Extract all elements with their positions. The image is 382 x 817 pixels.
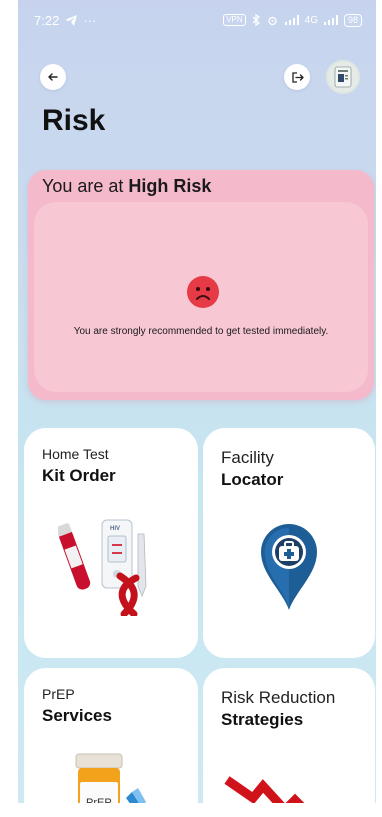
signal-icon-2	[323, 15, 338, 25]
logout-icon	[291, 71, 304, 83]
tile-home-test-kit-order[interactable]: Home Test Kit Order HIV	[24, 428, 198, 658]
tile-title-line2: Services	[42, 706, 112, 725]
arrow-left-icon	[48, 73, 58, 81]
profile-badge-icon	[334, 66, 352, 88]
risk-level: High Risk	[128, 176, 212, 196]
battery-indicator: 98	[343, 13, 362, 27]
network-type: 4G	[304, 14, 318, 26]
bluetooth-icon	[252, 14, 260, 26]
wifi-icon	[267, 16, 277, 25]
risk-result-card: You are at High Risk You are strongly re…	[28, 170, 374, 400]
signal-icon	[284, 15, 299, 25]
app-screen: 7:22 ··· VPN 4G 98 Risk You are at High …	[0, 0, 382, 817]
back-button[interactable]	[40, 64, 66, 90]
tile-title-line1: PrEP	[42, 686, 75, 702]
tile-title-line2: Strategies	[221, 710, 304, 729]
tile-title-line1: Facility	[221, 448, 274, 467]
frame-left-edge	[0, 0, 18, 817]
page-title: Risk	[42, 104, 106, 137]
logout-button[interactable]	[284, 64, 310, 90]
status-more-dots: ···	[83, 12, 97, 28]
frame-right-edge	[376, 0, 382, 817]
tile-title-line1: Home Test	[42, 446, 109, 462]
frame-bottom-edge	[0, 803, 382, 817]
tile-title-line1: Risk Reduction	[221, 688, 336, 707]
sad-face-icon	[187, 276, 219, 308]
svg-text:HIV: HIV	[110, 526, 120, 532]
tile-prep-services[interactable]: PrEP Services PrEP	[24, 668, 198, 817]
status-time: 7:22	[34, 12, 60, 28]
hiv-test-kit-icon: HIV	[58, 519, 147, 616]
risk-details-panel: You are strongly recommended to get test…	[34, 202, 368, 392]
risk-recommendation: You are strongly recommended to get test…	[73, 326, 329, 337]
medical-location-pin-icon	[261, 524, 317, 610]
vpn-badge: VPN	[223, 14, 246, 26]
status-bar: 7:22 ··· VPN 4G 98	[18, 0, 376, 40]
risk-prefix: You are at	[42, 176, 129, 196]
tile-title-line2: Kit Order	[42, 466, 116, 485]
tile-title-line2: Locator	[221, 470, 284, 489]
avatar[interactable]	[326, 60, 360, 94]
telegram-icon	[65, 14, 78, 26]
tile-facility-locator[interactable]: Facility Locator	[203, 428, 375, 658]
tile-risk-reduction-strategies[interactable]: Risk Reduction Strategies	[203, 668, 375, 817]
risk-level-heading: You are at High Risk	[42, 176, 211, 197]
